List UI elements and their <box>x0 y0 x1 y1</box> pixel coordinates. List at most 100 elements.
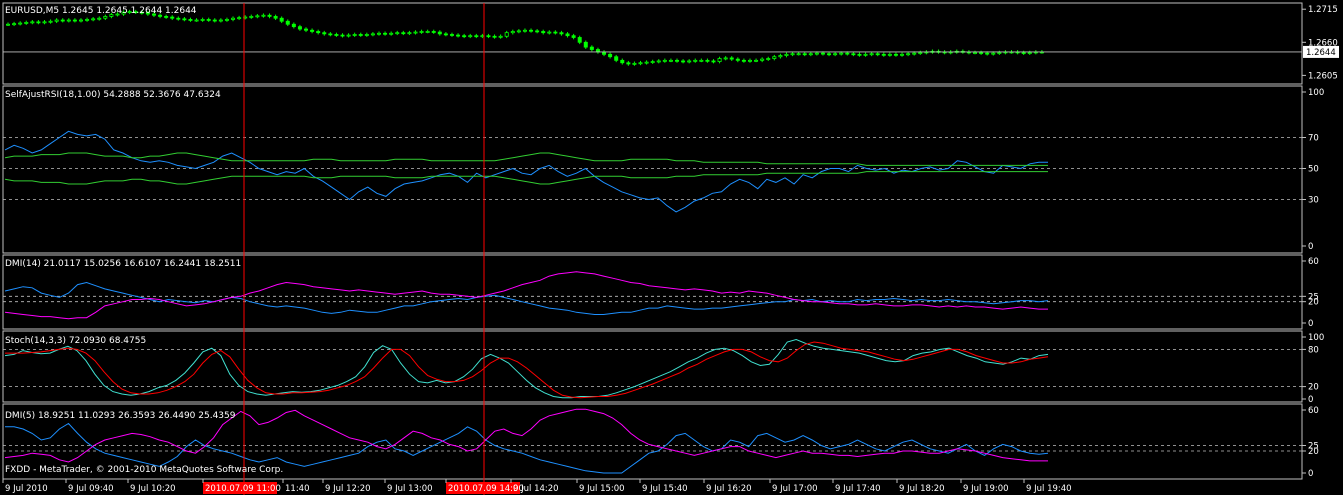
candle-body <box>267 14 272 17</box>
candle-body <box>237 17 242 20</box>
candle-body <box>766 58 771 60</box>
candle-body <box>261 14 266 17</box>
y-tick-label: 1.2715 <box>1308 5 1338 15</box>
x-tick-label: 9 Jul 15:00 <box>579 484 625 494</box>
y-tick-label: 100 <box>1308 88 1324 98</box>
candle-body <box>304 28 309 31</box>
candle-body <box>529 29 534 32</box>
candle-body <box>693 59 698 62</box>
candle-body <box>224 19 229 21</box>
candle-body <box>675 59 680 62</box>
candle-body <box>78 19 83 22</box>
y-tick-label: 0 <box>1308 242 1313 252</box>
y-tick-label: 50 <box>1308 165 1319 175</box>
candle-body <box>547 31 552 34</box>
candle-body <box>504 32 509 37</box>
series-line-panel2-1 <box>4 271 1048 320</box>
candle-body <box>340 34 345 37</box>
candle-body <box>297 26 302 30</box>
x-tick-label: 9 Jul 17:00 <box>772 484 818 494</box>
candle-body <box>164 16 169 18</box>
series-line-panel3-1 <box>5 341 1049 399</box>
candle-body <box>72 19 77 22</box>
candle-body <box>918 52 923 54</box>
candle-body <box>486 35 491 38</box>
candle-body <box>887 53 892 56</box>
chart-canvas[interactable]: 1.27151.26601.26051007050300602520010080… <box>0 0 1343 495</box>
candle-body <box>255 15 260 18</box>
candle-body <box>456 34 461 37</box>
candle-body <box>103 16 108 19</box>
candle-body <box>462 35 467 38</box>
x-tick-label: 9 Jul 16:20 <box>706 484 752 494</box>
candle-body <box>656 60 661 63</box>
candle-body <box>881 53 886 56</box>
candle-body <box>413 31 418 34</box>
candle-body <box>66 19 71 22</box>
candle-body <box>723 57 728 60</box>
candle-body <box>577 37 582 43</box>
candle-body <box>583 41 588 48</box>
candle-body <box>535 30 540 33</box>
y-tick-label: 0 <box>1308 319 1313 329</box>
candle-body <box>747 59 752 62</box>
y-tick-label: 70 <box>1308 134 1319 144</box>
candle-body <box>814 52 819 55</box>
candle-body <box>54 19 59 22</box>
series-line-panel2-0 <box>4 281 1049 315</box>
candle-body <box>498 35 503 38</box>
candle-body <box>644 61 649 64</box>
candle-body <box>522 29 527 32</box>
candle-body <box>474 35 479 38</box>
x-tick-label: 9 Jul 18:20 <box>899 484 945 494</box>
x-tick-label: 9 Jul 19:00 <box>963 484 1009 494</box>
y-tick-label: 60 <box>1308 257 1319 267</box>
vertical-markers[interactable] <box>243 3 485 495</box>
candle-body <box>170 16 175 19</box>
candle-body <box>626 62 631 65</box>
candle-body <box>212 19 217 22</box>
candle-body <box>176 17 181 20</box>
candle-body <box>857 53 862 56</box>
panel-frames <box>2 2 1303 480</box>
x-tick-label: 9 Jul 2010 <box>5 484 48 494</box>
candle-body <box>900 53 905 56</box>
candle-body <box>820 52 825 55</box>
candle-body <box>638 62 643 65</box>
current-price-label: 1.2644 <box>1306 48 1336 58</box>
candle-body <box>352 34 357 36</box>
candle-body <box>559 32 564 35</box>
candle-body <box>845 52 850 55</box>
candle-body <box>310 29 315 32</box>
candle-body <box>802 53 807 56</box>
candle-body <box>833 53 838 56</box>
candle-body <box>729 57 734 60</box>
panel-frame-1 <box>2 85 1303 254</box>
candle-body <box>553 31 558 34</box>
candle-body <box>395 32 400 35</box>
candle-body <box>492 35 497 38</box>
candle-body <box>206 19 211 21</box>
candle-body <box>632 62 637 65</box>
candle-body <box>565 33 570 37</box>
candle-body <box>188 19 193 21</box>
footer-copyright: FXDD - MetaTrader, © 2001-2010 MetaQuote… <box>5 465 283 475</box>
candle-body <box>985 52 990 55</box>
candle-body <box>249 16 254 18</box>
candle-body <box>12 23 17 26</box>
candle-body <box>541 31 546 34</box>
candle-body <box>42 21 47 24</box>
candle-body <box>668 59 673 62</box>
candle-body <box>364 34 369 36</box>
candle-body <box>449 34 454 36</box>
y-axis: 1.27151.26601.26051007050300602520010080… <box>1302 5 1339 479</box>
candle-body <box>468 35 473 38</box>
candle-body <box>705 59 710 62</box>
x-tick-label: 9 Jul 12:20 <box>325 484 371 494</box>
candle-body <box>808 53 813 56</box>
candle-body <box>875 53 880 56</box>
candle-body <box>778 55 783 58</box>
candle-body <box>869 53 874 56</box>
candle-body <box>91 18 96 21</box>
candle-body <box>735 58 740 61</box>
